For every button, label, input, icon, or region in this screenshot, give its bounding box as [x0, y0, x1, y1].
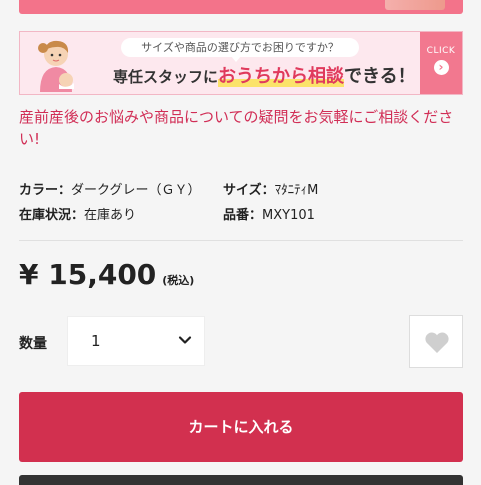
- price-amount: ¥ 15,400: [19, 258, 157, 291]
- click-label: CLICK: [426, 46, 456, 56]
- chevron-down-icon: [178, 336, 192, 344]
- color-spec: カラー：ダークグレー（ＧＹ）: [19, 183, 201, 199]
- headline-highlight: おうちから相談: [218, 66, 345, 87]
- quantity-label: 数量: [19, 336, 47, 352]
- size-label: サイズ：: [223, 183, 275, 198]
- secondary-button[interactable]: [19, 475, 463, 485]
- quantity-select[interactable]: 1: [67, 316, 205, 366]
- favorite-button[interactable]: [409, 315, 463, 368]
- headline-lead: 専任スタッフに: [113, 68, 219, 86]
- consultation-notice: 産前産後のお悩みや商品についての疑問をお気軽にご相談ください!: [19, 108, 454, 148]
- size-value: ﾏﾀﾆﾃｨM: [274, 183, 319, 198]
- size-spec: サイズ：ﾏﾀﾆﾃｨM: [223, 183, 318, 199]
- item-number-spec: 品番：MXY101: [223, 208, 315, 224]
- divider: [19, 240, 463, 241]
- consultation-banner[interactable]: サイズや商品の選び方でお困りですか？ 専任スタッフにおうちから相談できる！ CL…: [19, 31, 463, 95]
- chevron-right-icon: ›: [433, 60, 449, 75]
- click-button[interactable]: CLICK ›: [420, 32, 462, 94]
- stock-value: 在庫あり: [84, 208, 137, 223]
- promo-decoration: [385, 0, 445, 10]
- question-bubble: サイズや商品の選び方でお困りですか？: [121, 38, 359, 62]
- quantity-value: 1: [91, 332, 101, 350]
- stock-spec: 在庫状況：在庫あり: [19, 208, 136, 224]
- top-promo-banner[interactable]: [19, 0, 463, 14]
- staff-mascot-icon: [38, 40, 74, 92]
- stock-label: 在庫状況：: [19, 208, 85, 223]
- tax-note: (税込): [162, 274, 195, 287]
- consultation-headline: 専任スタッフにおうちから相談できる！: [113, 64, 416, 90]
- add-to-cart-button[interactable]: カートに入れる: [19, 392, 463, 462]
- product-price: ¥ 15,400 (税込): [19, 256, 194, 294]
- headline-tail: できる！: [344, 66, 416, 87]
- color-label: カラー：: [19, 183, 72, 198]
- item-number-value: MXY101: [262, 208, 315, 223]
- item-number-label: 品番：: [223, 208, 263, 223]
- color-value: ダークグレー（ＧＹ）: [71, 183, 201, 198]
- heart-icon: [425, 332, 449, 353]
